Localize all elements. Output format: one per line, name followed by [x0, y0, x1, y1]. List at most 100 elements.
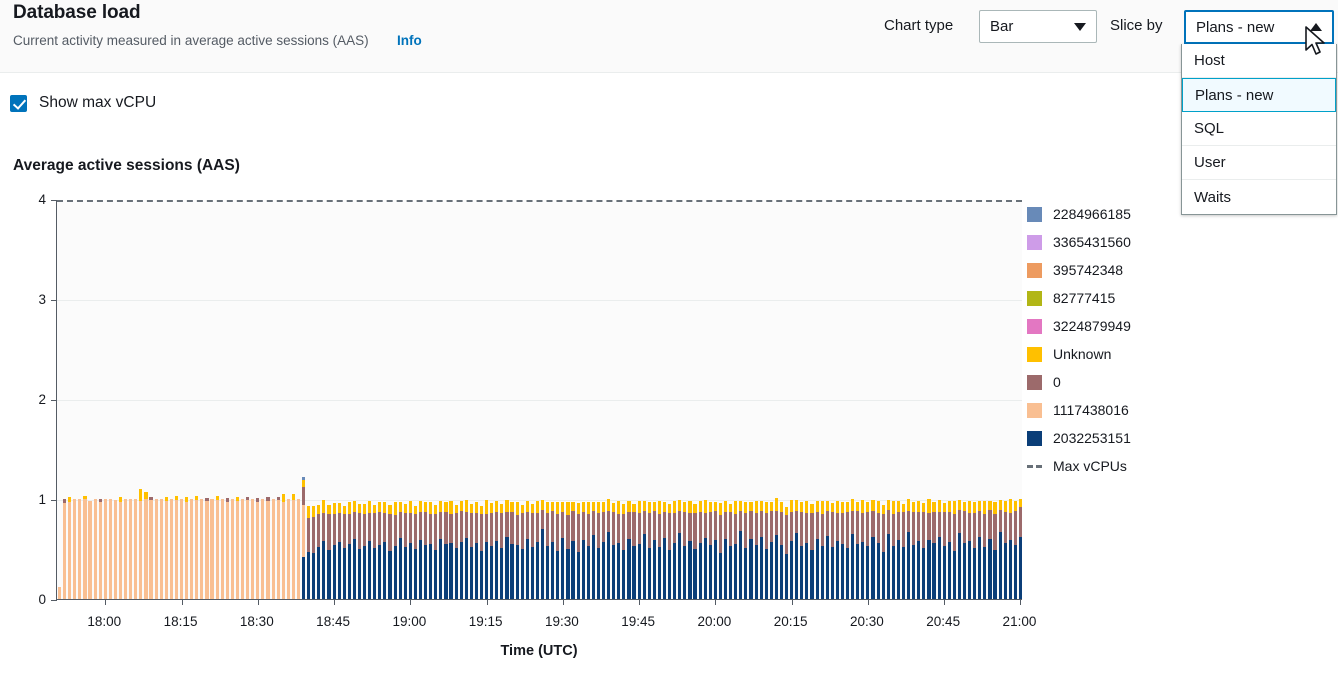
bar[interactable] [317, 199, 320, 599]
bar[interactable] [973, 199, 976, 599]
bar[interactable] [739, 199, 742, 599]
bar[interactable] [617, 199, 620, 599]
bar[interactable] [277, 199, 280, 599]
bar[interactable] [165, 199, 168, 599]
bar[interactable] [419, 199, 422, 599]
bar[interactable] [836, 199, 839, 599]
bar[interactable] [785, 199, 788, 599]
bar[interactable] [394, 199, 397, 599]
bar[interactable] [602, 199, 605, 599]
bar[interactable] [322, 199, 325, 599]
bar[interactable] [149, 199, 152, 599]
bar[interactable] [978, 199, 981, 599]
bar[interactable] [414, 199, 417, 599]
bar[interactable] [882, 199, 885, 599]
bar[interactable] [475, 199, 478, 599]
slice-by-select[interactable]: Plans - new [1184, 10, 1334, 44]
bar[interactable] [358, 199, 361, 599]
bar[interactable] [546, 199, 549, 599]
legend-item[interactable]: Unknown [1027, 340, 1227, 368]
bar[interactable] [287, 199, 290, 599]
bar[interactable] [210, 199, 213, 599]
bar[interactable] [1004, 199, 1007, 599]
bar[interactable] [246, 199, 249, 599]
bar[interactable] [500, 199, 503, 599]
bar[interactable] [709, 199, 712, 599]
bar[interactable] [932, 199, 935, 599]
bar[interactable] [261, 199, 264, 599]
bar[interactable] [851, 199, 854, 599]
bar[interactable] [821, 199, 824, 599]
bar[interactable] [755, 199, 758, 599]
bar[interactable] [948, 199, 951, 599]
bar[interactable] [658, 199, 661, 599]
bar[interactable] [566, 199, 569, 599]
bar[interactable] [129, 199, 132, 599]
bar[interactable] [449, 199, 452, 599]
bar[interactable] [714, 199, 717, 599]
bar[interactable] [902, 199, 905, 599]
bar[interactable] [861, 199, 864, 599]
bar[interactable] [826, 199, 829, 599]
bar[interactable] [256, 199, 259, 599]
bar[interactable] [424, 199, 427, 599]
bar[interactable] [831, 199, 834, 599]
bar[interactable] [632, 199, 635, 599]
bar[interactable] [312, 199, 315, 599]
bar[interactable] [775, 199, 778, 599]
bar[interactable] [587, 199, 590, 599]
show-max-vcpu-row[interactable]: Show max vCPU [10, 94, 156, 112]
legend-item[interactable]: 3365431560 [1027, 228, 1227, 256]
bar[interactable] [1009, 199, 1012, 599]
bar[interactable] [780, 199, 783, 599]
slice-by-option-user[interactable]: User [1182, 146, 1336, 180]
bar[interactable] [561, 199, 564, 599]
bar[interactable] [378, 199, 381, 599]
bar[interactable] [627, 199, 630, 599]
bar[interactable] [582, 199, 585, 599]
bar[interactable] [988, 199, 991, 599]
bar[interactable] [363, 199, 366, 599]
bar[interactable] [536, 199, 539, 599]
bar[interactable] [368, 199, 371, 599]
info-link[interactable]: Info [397, 33, 422, 48]
bar[interactable] [109, 199, 112, 599]
bar[interactable] [541, 199, 544, 599]
bar[interactable] [871, 199, 874, 599]
bar[interactable] [907, 199, 910, 599]
bar[interactable] [521, 199, 524, 599]
bar[interactable] [465, 199, 468, 599]
bar[interactable] [216, 199, 219, 599]
bar[interactable] [460, 199, 463, 599]
bar[interactable] [841, 199, 844, 599]
bar[interactable] [155, 199, 158, 599]
bar[interactable] [719, 199, 722, 599]
slice-by-option-plans-new[interactable]: Plans - new [1182, 78, 1336, 112]
bar[interactable] [612, 199, 615, 599]
bar[interactable] [795, 199, 798, 599]
bar[interactable] [938, 199, 941, 599]
bar[interactable] [104, 199, 107, 599]
bar[interactable] [480, 199, 483, 599]
bar[interactable] [383, 199, 386, 599]
slice-by-option-host[interactable]: Host [1182, 44, 1336, 78]
bar[interactable] [668, 199, 671, 599]
bar[interactable] [266, 199, 269, 599]
bar[interactable] [88, 199, 91, 599]
bar[interactable] [170, 199, 173, 599]
bar[interactable] [429, 199, 432, 599]
bar[interactable] [444, 199, 447, 599]
bar[interactable] [73, 199, 76, 599]
bar[interactable] [470, 199, 473, 599]
bar[interactable] [846, 199, 849, 599]
bar[interactable] [678, 199, 681, 599]
bar[interactable] [953, 199, 956, 599]
bar[interactable] [134, 199, 137, 599]
bar[interactable] [68, 199, 71, 599]
bar[interactable] [63, 199, 66, 599]
bar[interactable] [607, 199, 610, 599]
bar[interactable] [963, 199, 966, 599]
bar[interactable] [571, 199, 574, 599]
bar[interactable] [495, 199, 498, 599]
bar[interactable] [1014, 199, 1017, 599]
